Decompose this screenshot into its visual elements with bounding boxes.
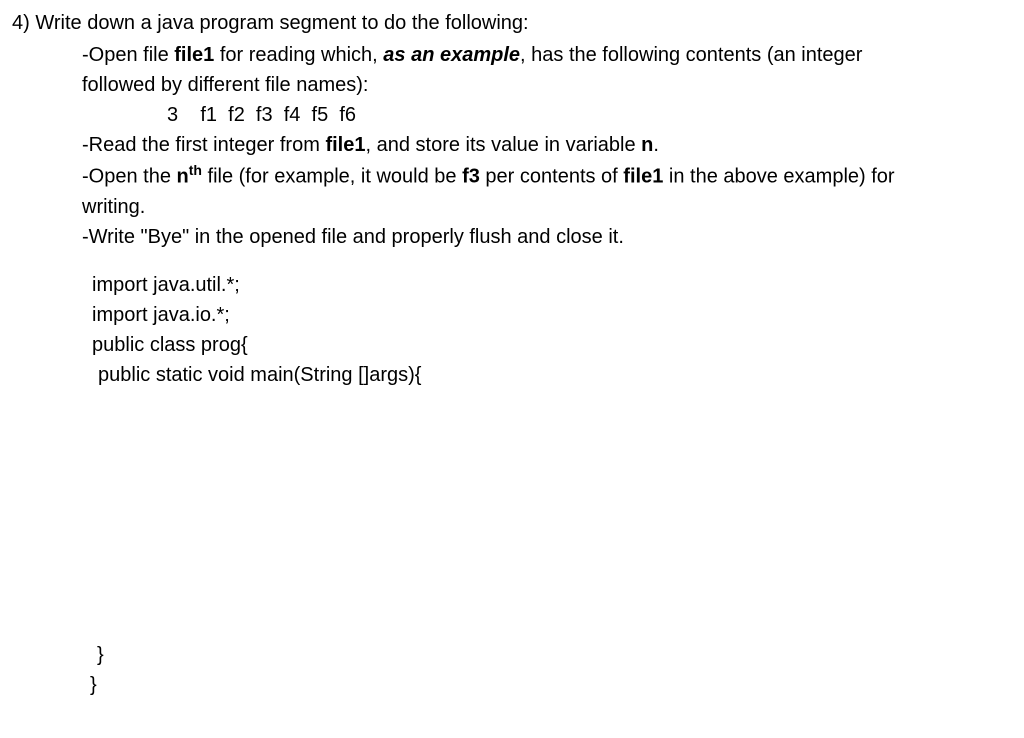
bullet2-mid: , and store its value in variable: [365, 134, 641, 156]
bullet1-pre: -Open file: [82, 44, 174, 66]
bullet3-line2-text: writing.: [82, 196, 145, 218]
bullet1-file: file1: [174, 44, 214, 66]
bullet3-sup: th: [189, 162, 202, 178]
code-line-4: public static void main(String []args){: [12, 360, 1012, 390]
question-header: 4) Write down a java program segment to …: [12, 8, 1012, 38]
code-line-3: public class prog{: [12, 330, 1012, 360]
example-content-line: 3 f1 f2 f3 f4 f5 f6: [12, 100, 1012, 130]
bullet-2: -Read the first integer from file1, and …: [12, 130, 1012, 160]
bullet1-mid: for reading which,: [214, 44, 383, 66]
bullet3-pre: -Open the: [82, 166, 177, 188]
bullet-3-line-1: -Open the nth file (for example, it woul…: [12, 160, 1012, 192]
question-number: 4): [12, 12, 30, 34]
bullet2-file: file1: [325, 134, 365, 156]
bullet-1-line-1: -Open file file1 for reading which, as a…: [12, 40, 1012, 70]
bullet2-pre: -Read the first integer from: [82, 134, 325, 156]
code-line-2: import java.io.*;: [12, 300, 1012, 330]
bullet-1-line-2: followed by different file names):: [12, 70, 1012, 100]
bullet3-mid: file (for example, it would be: [202, 166, 462, 188]
bullet1-line2-text: followed by different file names):: [82, 74, 368, 96]
code-line-1: import java.util.*;: [12, 270, 1012, 300]
bullet3-mid2: per contents of: [480, 166, 623, 188]
bullet3-f3: f3: [462, 166, 480, 188]
bullet2-post: .: [653, 134, 659, 156]
example-content: 3 f1 f2 f3 f4 f5 f6: [167, 104, 356, 126]
bullet3-post: in the above example) for: [663, 166, 894, 188]
answer-space: [12, 390, 1012, 640]
closing-brace-1: }: [12, 640, 1012, 670]
bullet2-var: n: [641, 134, 653, 156]
bullet3-file1: file1: [623, 166, 663, 188]
code-block: import java.util.*; import java.io.*; pu…: [12, 270, 1012, 390]
bullet-3-line-2: writing.: [12, 192, 1012, 222]
question-prompt: Write down a java program segment to do …: [35, 12, 528, 34]
bullet1-emphasis: as an example: [383, 44, 520, 66]
bullet1-post: , has the following contents (an integer: [520, 44, 862, 66]
bullet-4: -Write "Bye" in the opened file and prop…: [12, 222, 1012, 252]
bullet4-text: -Write "Bye" in the opened file and prop…: [82, 226, 624, 248]
bullet3-n: n: [177, 166, 189, 188]
closing-brace-2: }: [12, 670, 1012, 700]
